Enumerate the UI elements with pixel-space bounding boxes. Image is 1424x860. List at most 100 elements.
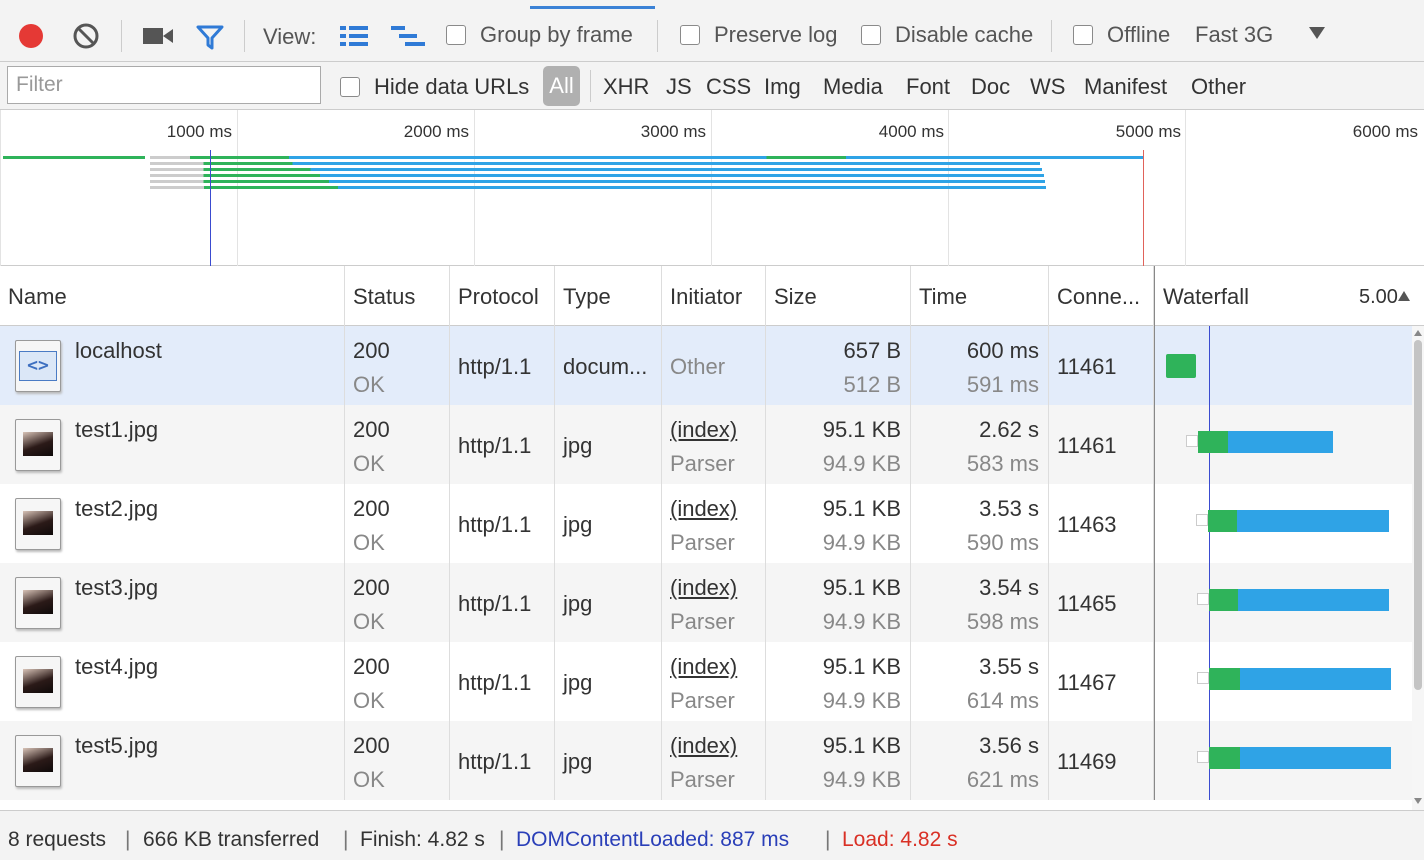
column-header-type[interactable]: Type [555, 266, 662, 326]
type-filter-manifest[interactable]: Manifest [1084, 74, 1167, 100]
type-filter-doc[interactable]: Doc [971, 74, 1010, 100]
cell-time: 3.55 s 614 ms [911, 642, 1049, 721]
cell-name[interactable]: test5.jpg [0, 721, 345, 800]
table-scrollbar[interactable] [1412, 326, 1424, 810]
request-name: test4.jpg [75, 654, 159, 679]
cell-initiator[interactable]: (index) Parser [662, 721, 766, 800]
checkbox-box[interactable] [340, 77, 360, 97]
type-filter-img[interactable]: Img [764, 74, 801, 100]
clear-icon [73, 23, 99, 49]
view-label: View: [263, 24, 317, 49]
column-header-protocol[interactable]: Protocol [450, 266, 555, 326]
disable-cache-checkbox[interactable]: Disable cache [861, 22, 1033, 48]
initiator-detail: Parser [670, 767, 735, 792]
checkbox-box[interactable] [446, 25, 466, 45]
cell-name[interactable]: <> localhost [0, 326, 345, 405]
cell-protocol: http/1.1 [450, 563, 555, 642]
waterfall-download-segment [1237, 510, 1389, 532]
table-row[interactable]: test1.jpg 200 OK http/1.1 jpg (index) Parser 95… [0, 405, 1412, 484]
type-value: jpg [563, 433, 593, 458]
column-header-name[interactable]: Name [0, 266, 345, 326]
cell-name[interactable]: test2.jpg [0, 484, 345, 563]
hide-data-urls-checkbox[interactable]: Hide data URLs [340, 74, 529, 100]
column-header-size[interactable]: Size [766, 266, 911, 326]
type-filter-font[interactable]: Font [906, 74, 950, 100]
cell-waterfall[interactable] [1154, 484, 1412, 563]
initiator-link[interactable]: (index) [670, 654, 737, 680]
show-overview-button[interactable] [391, 24, 425, 48]
cell-initiator[interactable]: (index) Parser [662, 484, 766, 563]
type-filter-xhr[interactable]: XHR [603, 74, 649, 100]
preserve-log-checkbox[interactable]: Preserve log [680, 22, 838, 48]
size-transferred: 95.1 KB [822, 417, 901, 442]
cell-waterfall[interactable] [1154, 326, 1412, 405]
status-text: OK [353, 767, 385, 792]
status-text: OK [353, 530, 385, 555]
type-filter-other[interactable]: Other [1191, 74, 1246, 100]
cell-time: 3.54 s 598 ms [911, 563, 1049, 642]
cell-waterfall[interactable] [1154, 721, 1412, 800]
type-filter-media[interactable]: Media [823, 74, 883, 100]
type-filter-all[interactable]: All [543, 66, 580, 106]
table-row[interactable]: test3.jpg 200 OK http/1.1 jpg (index) Parser 95… [0, 563, 1412, 642]
initiator-link[interactable]: (index) [670, 496, 737, 522]
checkbox-box[interactable] [1073, 25, 1093, 45]
column-header-connection[interactable]: Conne... [1049, 266, 1154, 326]
checkbox-box[interactable] [680, 25, 700, 45]
filter-input[interactable] [7, 66, 321, 104]
waterfall-waiting-segment [1209, 747, 1240, 769]
scroll-up-icon[interactable] [1414, 330, 1422, 336]
table-row[interactable]: test4.jpg 200 OK http/1.1 jpg (index) Parser 95… [0, 642, 1412, 721]
table-row[interactable]: test2.jpg 200 OK http/1.1 jpg (index) Parser 95… [0, 484, 1412, 563]
toolbar-divider [244, 20, 245, 52]
large-rows-button[interactable] [340, 24, 368, 48]
column-header-waterfall[interactable]: Waterfall 5.00 [1154, 266, 1424, 326]
column-header-initiator[interactable]: Initiator [662, 266, 766, 326]
cell-waterfall[interactable] [1154, 642, 1412, 721]
scrollbar-thumb[interactable] [1414, 340, 1422, 690]
throttling-select[interactable]: Fast 3G [1195, 22, 1273, 48]
offline-label: Offline [1107, 22, 1171, 47]
status-divider: | [499, 828, 505, 851]
clear-button[interactable] [72, 22, 100, 50]
cell-waterfall[interactable] [1154, 405, 1412, 484]
scroll-down-icon[interactable] [1414, 798, 1422, 804]
overview-tick-label: 5000 ms [1115, 122, 1181, 141]
toolbar-divider [1051, 20, 1052, 52]
cell-waterfall[interactable] [1154, 563, 1412, 642]
finish-time: Finish: 4.82 s [360, 828, 485, 851]
size-resource: 94.9 KB [822, 530, 901, 555]
type-filter-ws[interactable]: WS [1030, 74, 1065, 100]
requests-table-body: <> localhost 200 OK http/1.1 docum... Other 657… [0, 326, 1412, 810]
status-text: OK [353, 372, 385, 397]
checkbox-box[interactable] [861, 25, 881, 45]
filter-toggle-button[interactable] [196, 24, 224, 50]
group-by-frame-checkbox[interactable]: Group by frame [446, 22, 633, 48]
cell-initiator[interactable]: (index) Parser [662, 405, 766, 484]
initiator-link[interactable]: (index) [670, 417, 737, 443]
offline-checkbox[interactable]: Offline [1073, 22, 1170, 48]
cell-name[interactable]: test4.jpg [0, 642, 345, 721]
cell-name[interactable]: test1.jpg [0, 405, 345, 484]
cell-initiator[interactable]: (index) Parser [662, 563, 766, 642]
table-row[interactable]: test5.jpg 200 OK http/1.1 jpg (index) Parser 95… [0, 721, 1412, 800]
status-code: 200 [353, 496, 390, 521]
waterfall-waiting-segment [1209, 589, 1238, 611]
column-header-status[interactable]: Status [345, 266, 450, 326]
cell-initiator[interactable]: (index) Parser [662, 642, 766, 721]
record-button[interactable] [17, 22, 45, 50]
column-header-time[interactable]: Time [911, 266, 1049, 326]
type-filter-css[interactable]: CSS [706, 74, 751, 100]
initiator-link[interactable]: (index) [670, 575, 737, 601]
cell-time: 600 ms 591 ms [911, 326, 1049, 405]
toolbar-divider [657, 20, 658, 52]
type-filter-js[interactable]: JS [666, 74, 692, 100]
load-time: Load: 4.82 s [842, 828, 958, 851]
capture-screenshots-button[interactable] [143, 26, 173, 46]
initiator-link[interactable]: (index) [670, 733, 737, 759]
throttling-dropdown-button[interactable] [1308, 26, 1326, 40]
toolbar-divider [121, 20, 122, 52]
timeline-overview[interactable]: 1000 ms 2000 ms 3000 ms 4000 ms 5000 ms … [0, 110, 1424, 266]
cell-name[interactable]: test3.jpg [0, 563, 345, 642]
table-row[interactable]: <> localhost 200 OK http/1.1 docum... Other 657… [0, 326, 1412, 405]
